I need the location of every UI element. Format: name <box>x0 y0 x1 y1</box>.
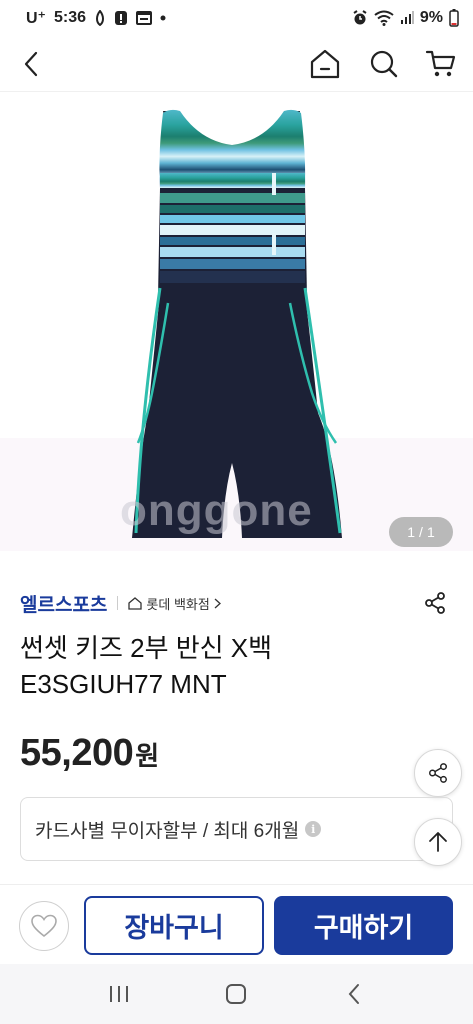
share-button[interactable] <box>420 588 450 618</box>
info-icon[interactable]: i <box>305 821 322 837</box>
app-header <box>0 36 473 92</box>
home-button[interactable] <box>307 46 343 82</box>
calendar-icon <box>136 11 153 25</box>
product-title-line2: E3SGIUH77 MNT <box>20 669 227 699</box>
search-icon <box>370 50 398 78</box>
brand-link[interactable]: 엘르스포츠 <box>20 590 107 617</box>
battery-icon <box>449 9 459 27</box>
status-bar: U⁺ 5:36 9% <box>0 0 473 36</box>
battery-label: 9% <box>419 9 443 26</box>
image-page-indicator: 1 / 1 <box>389 517 453 547</box>
store-link[interactable]: 롯데 백화점 <box>128 594 221 613</box>
alarm-icon <box>352 10 368 26</box>
scroll-top-button[interactable] <box>414 818 462 866</box>
cart-button[interactable] <box>423 46 459 82</box>
system-navigation-bar <box>0 964 473 1024</box>
wifi-icon <box>374 10 394 26</box>
signal-icon <box>400 11 414 25</box>
store-name: 롯데 백화점 <box>146 596 210 612</box>
recent-apps-icon <box>109 986 128 1002</box>
share-icon <box>425 592 445 614</box>
alert-icon <box>114 10 128 26</box>
price: 55,200 원 <box>20 732 159 775</box>
notification-dot-icon <box>160 15 166 21</box>
floating-share-button[interactable] <box>414 749 462 797</box>
system-home-button[interactable] <box>216 974 256 1014</box>
page-separator: / <box>419 524 423 540</box>
system-back-icon <box>348 984 360 1004</box>
store-home-icon <box>128 596 143 610</box>
arrow-up-icon <box>429 832 447 852</box>
recent-apps-button[interactable] <box>99 974 139 1014</box>
brand-divider <box>117 596 119 610</box>
page-total: 1 <box>426 524 435 540</box>
back-button[interactable] <box>16 48 46 80</box>
status-right: 9% <box>352 9 459 27</box>
system-back-button[interactable] <box>334 974 374 1014</box>
price-value: 55,200 <box>20 732 134 774</box>
product-image <box>132 109 342 538</box>
share-icon <box>429 763 447 783</box>
installment-info[interactable]: 카드사별 무이자할부 / 최대 6개월 i <box>20 797 453 861</box>
carrier-label: U⁺ <box>26 10 46 27</box>
chevron-right-icon <box>214 598 221 608</box>
heart-icon <box>31 914 57 938</box>
chevron-left-icon <box>24 51 38 77</box>
installment-text: 카드사별 무이자할부 / 최대 6개월 <box>35 820 300 842</box>
price-unit: 원 <box>135 741 160 771</box>
wishlist-button[interactable] <box>19 901 69 951</box>
watermark-text: onggone <box>120 486 313 535</box>
add-to-cart-button[interactable]: 장바구니 <box>84 896 264 955</box>
search-button[interactable] <box>366 46 402 82</box>
system-home-icon <box>226 984 247 1004</box>
clock: 5:36 <box>54 9 87 26</box>
purchase-action-bar: 장바구니 구매하기 <box>0 884 473 964</box>
page-current: 1 <box>407 524 416 540</box>
buy-now-button[interactable]: 구매하기 <box>274 896 453 955</box>
home-icon <box>310 49 340 79</box>
product-title: 썬셋 키즈 2부 반신 X백 E3SGIUH77 MNT <box>20 630 440 702</box>
cart-icon <box>425 50 456 77</box>
brand-row: 엘르스포츠 롯데 백화점 <box>20 588 456 618</box>
product-title-line1: 썬셋 키즈 2부 반신 X백 <box>20 633 273 663</box>
data-saver-icon <box>94 10 106 26</box>
product-gallery[interactable]: onggone 1 / 1 <box>0 93 473 551</box>
status-left: U⁺ 5:36 <box>26 8 166 28</box>
